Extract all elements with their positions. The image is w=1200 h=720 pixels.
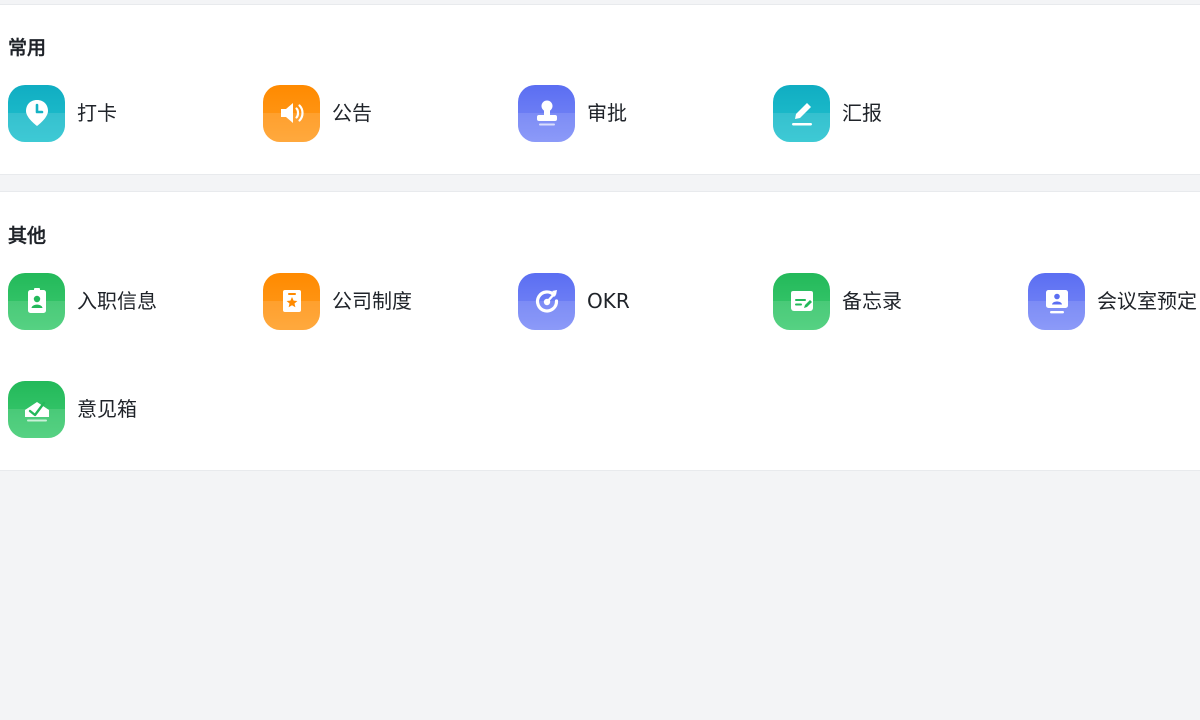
app-announcement[interactable]: 公告 xyxy=(263,84,372,142)
section-title-other: 其他 xyxy=(8,225,47,247)
app-label: OKR xyxy=(587,289,630,313)
badge-icon xyxy=(8,272,65,330)
envelope-icon xyxy=(8,380,65,438)
rules-star-icon xyxy=(263,272,320,330)
section-title-common: 常用 xyxy=(8,37,47,59)
clock-pin-icon xyxy=(8,84,65,142)
target-icon xyxy=(518,272,575,330)
stamp-icon xyxy=(518,84,575,142)
app-clock-in[interactable]: 打卡 xyxy=(8,84,117,142)
app-label: 入职信息 xyxy=(77,289,157,313)
app-company-rules[interactable]: 公司制度 xyxy=(263,272,412,330)
meeting-room-icon xyxy=(1028,272,1085,330)
app-label: 审批 xyxy=(587,101,627,125)
pencil-icon xyxy=(773,84,830,142)
other-apps-section: 其他 入职信息 公司制度 OKR 备忘录 会议室预定 意见箱 xyxy=(0,191,1200,471)
app-label: 打卡 xyxy=(77,101,117,125)
speaker-icon xyxy=(263,84,320,142)
app-label: 会议室预定 xyxy=(1097,289,1197,313)
app-label: 公司制度 xyxy=(332,289,412,313)
app-suggestion-box[interactable]: 意见箱 xyxy=(8,380,137,438)
memo-icon xyxy=(773,272,830,330)
common-apps-section: 常用 打卡 公告 审批 汇报 xyxy=(0,4,1200,175)
app-label: 意见箱 xyxy=(77,397,137,421)
app-memo[interactable]: 备忘录 xyxy=(773,272,902,330)
app-onboarding-info[interactable]: 入职信息 xyxy=(8,272,157,330)
app-report[interactable]: 汇报 xyxy=(773,84,882,142)
app-okr[interactable]: OKR xyxy=(518,272,630,330)
app-label: 备忘录 xyxy=(842,289,902,313)
app-label: 公告 xyxy=(332,101,372,125)
app-approval[interactable]: 审批 xyxy=(518,84,627,142)
app-meeting-room-booking[interactable]: 会议室预定 xyxy=(1028,272,1197,330)
app-label: 汇报 xyxy=(842,101,882,125)
